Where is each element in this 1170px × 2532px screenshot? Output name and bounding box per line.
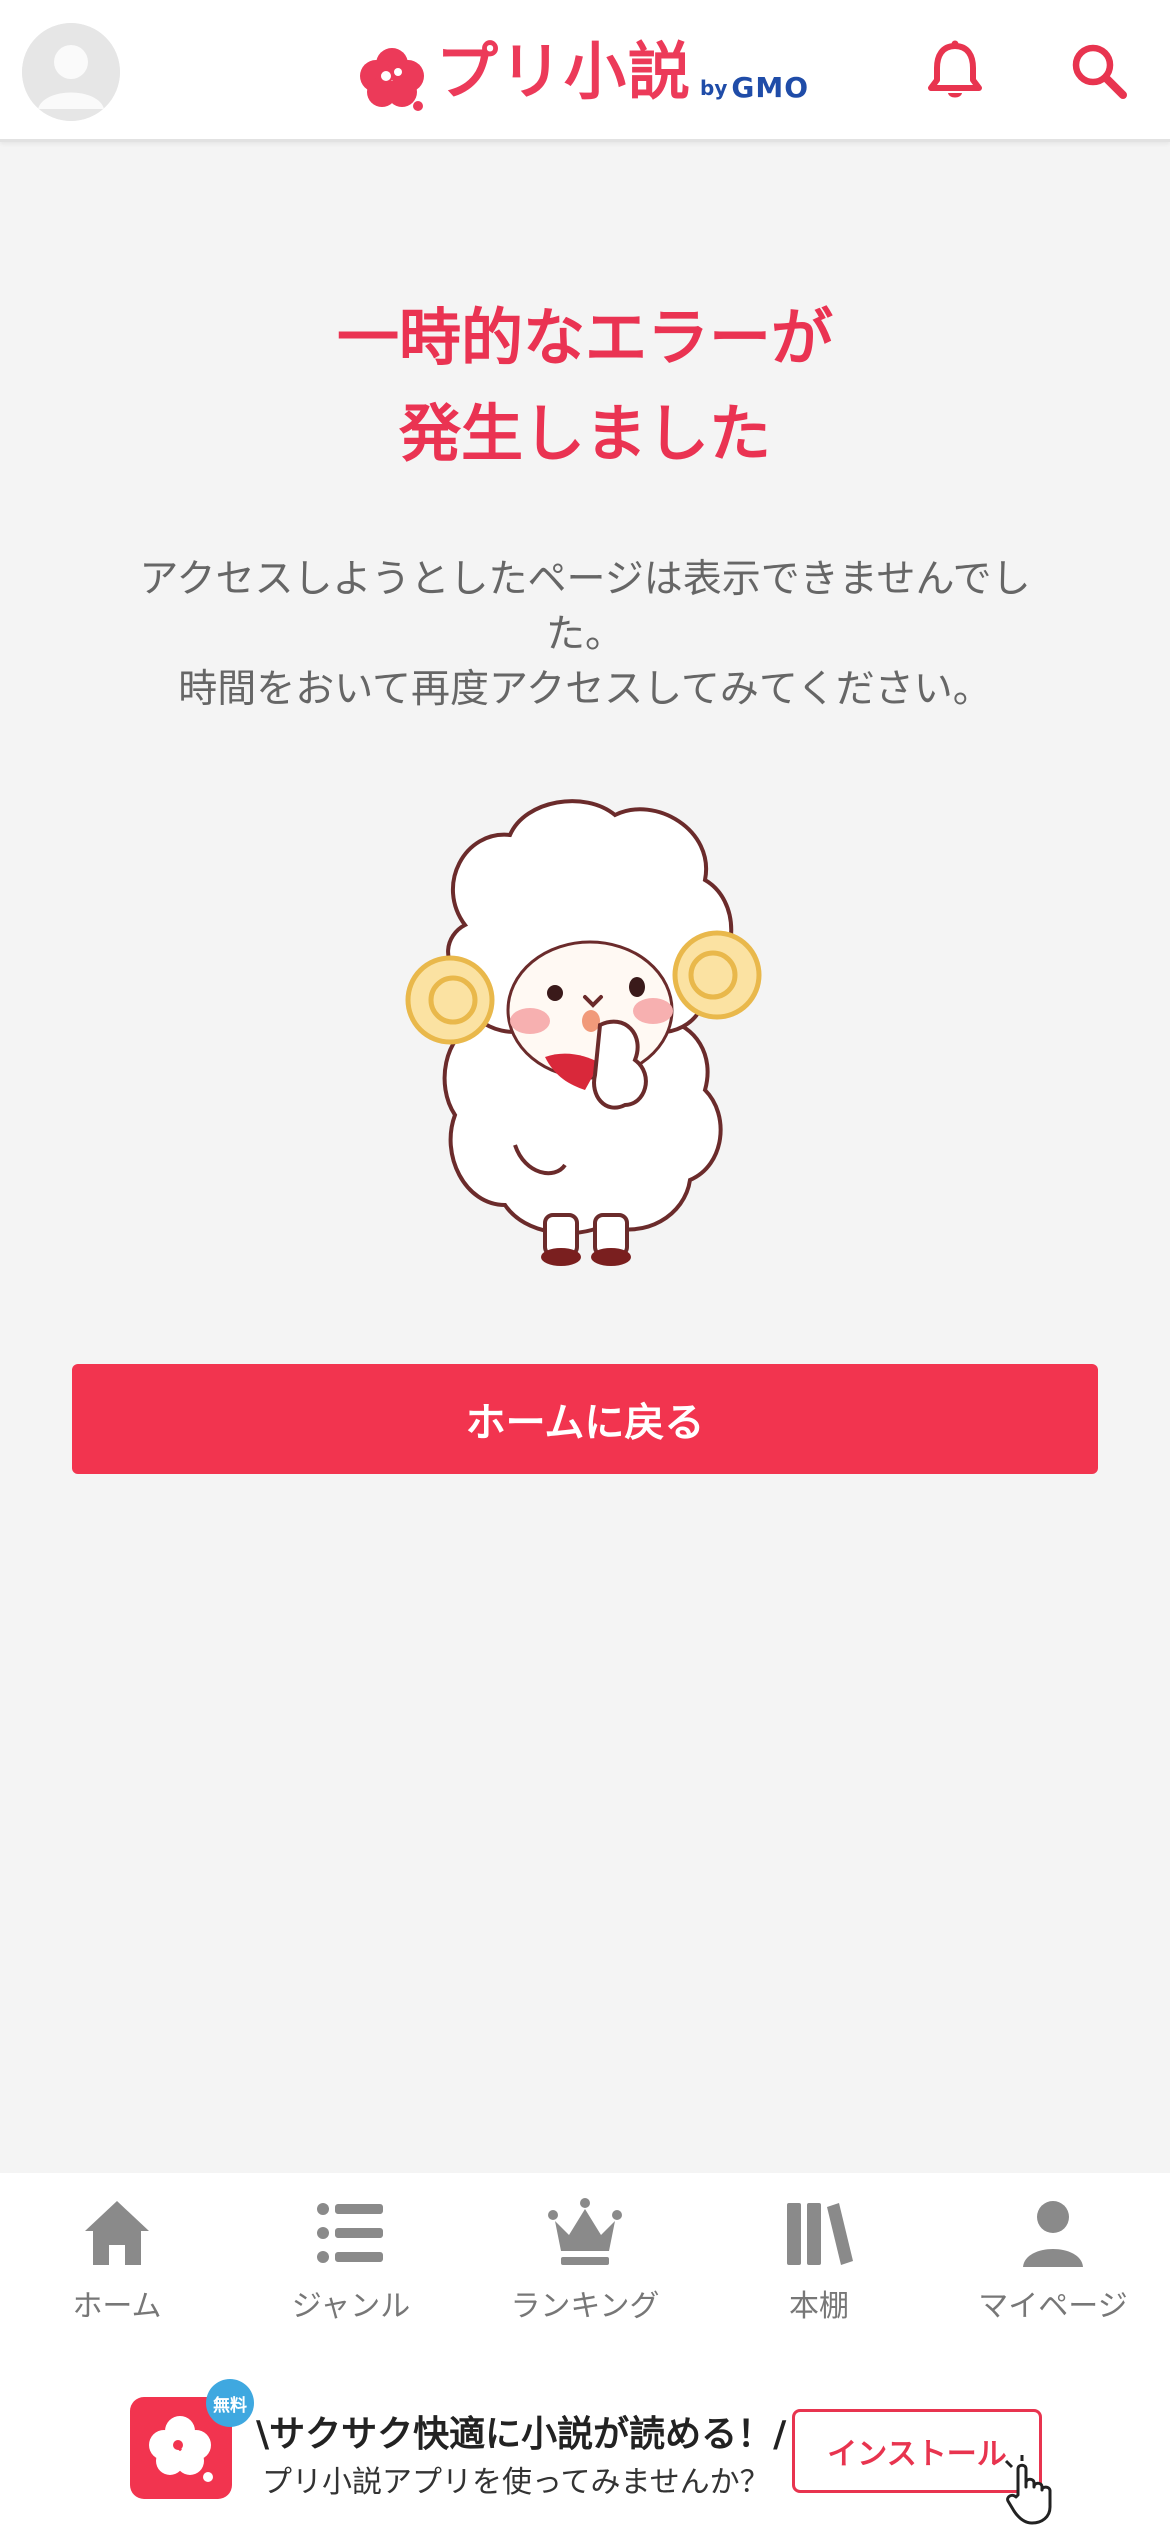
- nav-item-mypage[interactable]: マイページ: [936, 2173, 1170, 2343]
- flower-logo-icon: [360, 48, 424, 111]
- notification-bell-icon[interactable]: [922, 38, 988, 104]
- crown-icon: [548, 2198, 622, 2265]
- error-title-line-2: 発生しました: [398, 397, 771, 470]
- error-message: アクセスしようとしたページは表示できませんでし た。 時間をおいて再度アクセスし…: [90, 552, 1080, 717]
- nav-item-ranking[interactable]: ランキング: [468, 2173, 702, 2343]
- nav-item-bookshelf[interactable]: 本棚: [702, 2173, 936, 2343]
- error-title-line-1: 一時的なエラーが: [336, 301, 833, 374]
- bottom-navigation: ホーム ジャンル ランキング 本棚 マイページ: [0, 2173, 1170, 2343]
- home-icon: [85, 2201, 149, 2265]
- search-icon[interactable]: [1066, 38, 1132, 104]
- free-badge: 無料: [206, 2379, 254, 2427]
- error-message-line-1: アクセスしようとしたページは表示できませんでし: [139, 557, 1031, 602]
- pointer-hand-icon: [1004, 2455, 1052, 2525]
- nav-item-home[interactable]: ホーム: [0, 2173, 234, 2343]
- app-header: プリ小説 by GMO: [0, 0, 1170, 142]
- nav-item-genre[interactable]: ジャンル: [234, 2173, 468, 2343]
- site-logo[interactable]: プリ小説 by GMO: [356, 30, 809, 114]
- logo-by: by: [700, 76, 728, 100]
- sheep-mascot-illustration: [405, 799, 762, 1266]
- bookshelf-icon: [787, 2203, 853, 2265]
- person-icon: [1023, 2201, 1083, 2267]
- nav-label-ranking: ランキング: [510, 2289, 660, 2324]
- banner-headline: \サクサク快適に小説が読める！/: [256, 2414, 787, 2455]
- nav-label-home: ホーム: [72, 2289, 162, 2324]
- user-avatar[interactable]: [22, 23, 120, 121]
- nav-label-genre: ジャンル: [291, 2289, 411, 2324]
- logo-gmo: GMO: [731, 71, 810, 104]
- error-message-line-2: た。: [545, 612, 624, 657]
- app-install-banner: 無料 \サクサク快適に小説が読める！/ プリ小説アプリを使ってみませんか？ イン…: [0, 2343, 1170, 2532]
- avatar-placeholder-icon: [22, 23, 120, 121]
- nav-label-bookshelf: 本棚: [789, 2289, 849, 2324]
- list-icon: [317, 2203, 383, 2263]
- logo-title: プリ小説: [436, 35, 693, 108]
- back-to-home-button[interactable]: ホームに戻る: [72, 1364, 1098, 1474]
- nav-label-mypage: マイページ: [978, 2289, 1128, 2324]
- banner-subtext: プリ小説アプリを使ってみませんか？: [262, 2465, 770, 2500]
- error-title: 一時的なエラーが 発生しました: [0, 290, 1170, 482]
- error-message-line-3: 時間をおいて再度アクセスしてみてください。: [178, 667, 992, 712]
